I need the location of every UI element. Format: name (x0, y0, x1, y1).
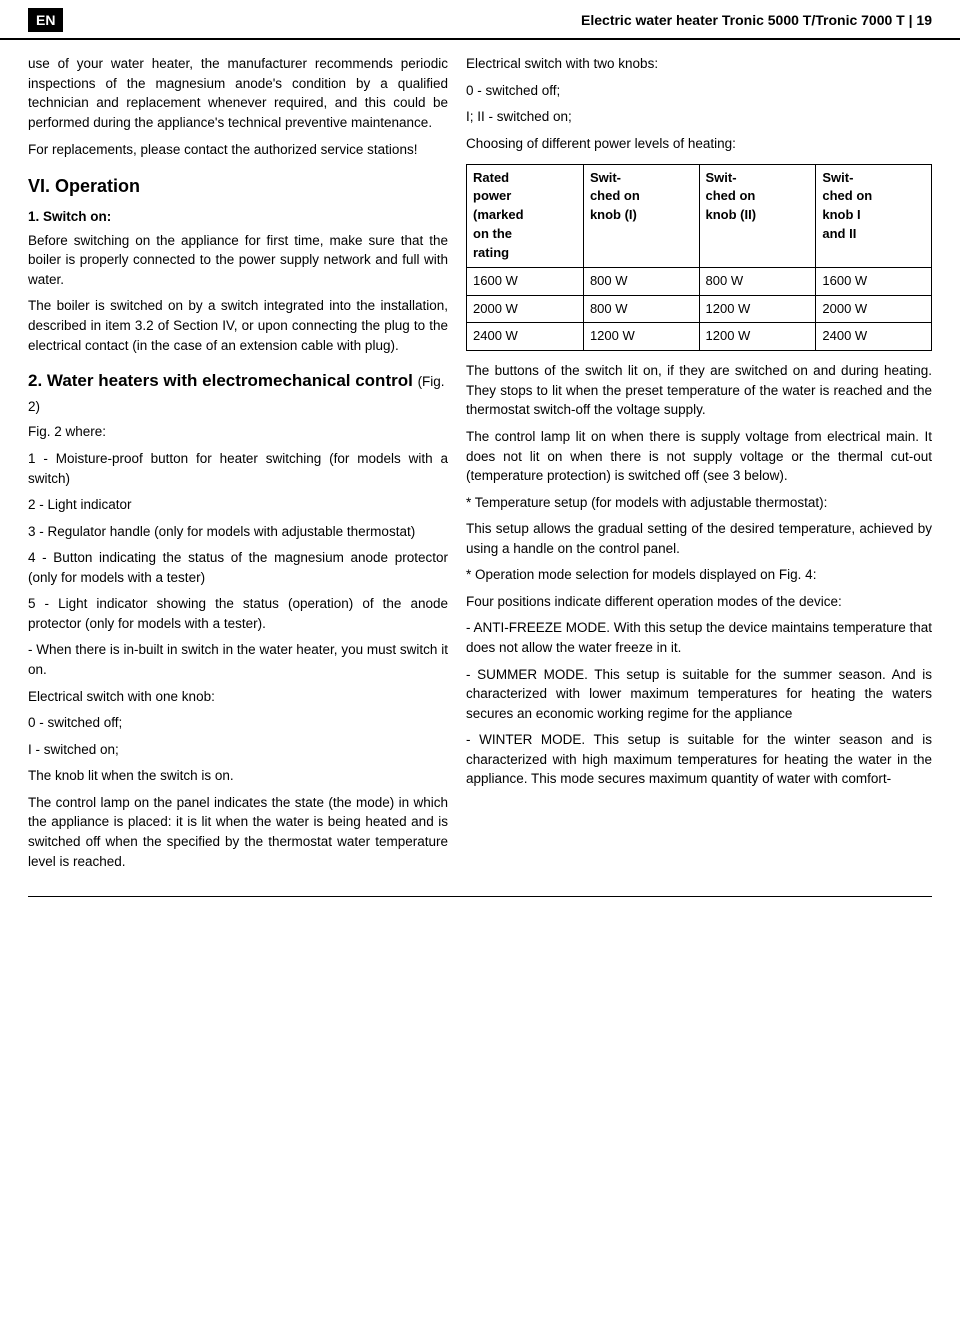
power-table: Ratedpower(markedon therating Swit-ched … (466, 164, 932, 352)
row1-knob2: 800 W (699, 267, 816, 295)
page-header: EN Electric water heater Tronic 5000 T/T… (0, 0, 960, 40)
table-row: 1600 W 800 W 800 W 1600 W (467, 267, 932, 295)
switch-on-para2: The boiler is switched on by a switch in… (28, 296, 448, 355)
elec-one-knob: Electrical switch with one knob: (28, 687, 448, 707)
item-2: 2 - Light indicator (28, 495, 448, 515)
item-5: 5 - Light indicator showing the status (… (28, 594, 448, 633)
when-builtin: - When there is in-built in switch in th… (28, 640, 448, 679)
row2-both: 2000 W (816, 295, 932, 323)
row1-both: 1600 W (816, 267, 932, 295)
knob-lit: The knob lit when the switch is on. (28, 766, 448, 786)
table-row: 2000 W 800 W 1200 W 2000 W (467, 295, 932, 323)
replacements-paragraph: For replacements, please contact the aut… (28, 140, 448, 160)
zero-off-left: 0 - switched off; (28, 713, 448, 733)
table-header-knob2: Swit-ched onknob (II) (699, 164, 816, 267)
row2-knob2: 1200 W (699, 295, 816, 323)
item-4: 4 - Button indicating the status of the … (28, 548, 448, 587)
page-title: Electric water heater Tronic 5000 T/Tron… (581, 10, 932, 30)
table-row: 2400 W 1200 W 1200 W 2400 W (467, 323, 932, 351)
row3-knob2: 1200 W (699, 323, 816, 351)
op-mode-heading: * Operation mode selection for models di… (466, 565, 932, 585)
section2-heading: 2. Water heaters with electromechanical … (28, 369, 448, 418)
temp-setup-para: This setup allows the gradual setting of… (466, 519, 932, 558)
switch-on-heading: 1. Switch on: (28, 207, 448, 227)
fig2-where: Fig. 2 where: (28, 422, 448, 442)
temp-setup-heading: * Temperature setup (for models with adj… (466, 493, 932, 513)
vi-operation-heading: VI. Operation (28, 173, 448, 199)
table-header-rated: Ratedpower(markedon therating (467, 164, 584, 267)
row1-rated: 1600 W (467, 267, 584, 295)
page-container: EN Electric water heater Tronic 5000 T/T… (0, 0, 960, 1325)
item-3: 3 - Regulator handle (only for models wi… (28, 522, 448, 542)
elec-two-knobs: Electrical switch with two knobs: (466, 54, 932, 74)
main-content: use of your water heater, the manufactur… (0, 54, 960, 878)
left-column: use of your water heater, the manufactur… (28, 54, 448, 878)
summer-mode: - SUMMER MODE. This setup is suitable fo… (466, 665, 932, 724)
row1-knob1: 800 W (583, 267, 699, 295)
table-header-both: Swit-ched onknob Iand II (816, 164, 932, 267)
i-ii-on: I; II - switched on; (466, 107, 932, 127)
row3-knob1: 1200 W (583, 323, 699, 351)
lang-label: EN (28, 8, 63, 32)
winter-mode: - WINTER MODE. This setup is suitable fo… (466, 730, 932, 789)
row3-rated: 2400 W (467, 323, 584, 351)
row3-both: 2400 W (816, 323, 932, 351)
control-lamp-para-right: The control lamp lit on when there is su… (466, 427, 932, 486)
row2-rated: 2000 W (467, 295, 584, 323)
switch-on-para1: Before switching on the appliance for fi… (28, 231, 448, 290)
table-header-knob1: Swit-ched onknob (I) (583, 164, 699, 267)
buttons-para: The buttons of the switch lit on, if the… (466, 361, 932, 420)
right-column: Electrical switch with two knobs: 0 - sw… (466, 54, 932, 878)
anti-freeze-mode: - ANTI-FREEZE MODE. With this setup the … (466, 618, 932, 657)
zero-off-right: 0 - switched off; (466, 81, 932, 101)
choosing-intro: Choosing of different power levels of he… (466, 134, 932, 154)
intro-paragraph: use of your water heater, the manufactur… (28, 54, 448, 132)
bottom-divider (28, 896, 932, 897)
row2-knob1: 800 W (583, 295, 699, 323)
i-on: I - switched on; (28, 740, 448, 760)
item-1: 1 - Moisture-proof button for heater swi… (28, 449, 448, 488)
control-lamp-para-left: The control lamp on the panel indicates … (28, 793, 448, 871)
op-mode-para: Four positions indicate different operat… (466, 592, 932, 612)
